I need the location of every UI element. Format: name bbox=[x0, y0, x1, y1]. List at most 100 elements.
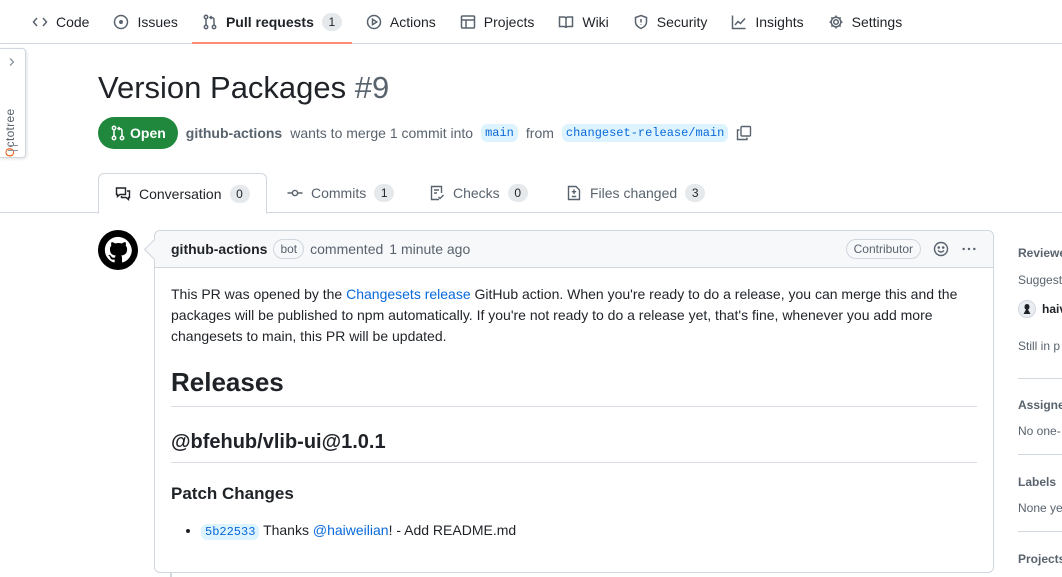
assignees-heading[interactable]: Assigne bbox=[1018, 398, 1062, 412]
avatar[interactable] bbox=[98, 230, 138, 270]
sidebar-divider bbox=[1018, 454, 1062, 455]
pull-request-icon bbox=[203, 14, 217, 29]
book-icon bbox=[559, 15, 574, 28]
issue-icon bbox=[114, 14, 129, 29]
user-mention-link[interactable]: @haiweilian bbox=[313, 522, 389, 538]
labels-text: None ye bbox=[1018, 501, 1062, 515]
reviewer-name: haiv bbox=[1042, 302, 1062, 316]
nav-projects[interactable]: Projects bbox=[448, 0, 547, 43]
shield-icon bbox=[634, 14, 648, 29]
code-icon bbox=[32, 17, 48, 26]
tab-files-changed-label: Files changed bbox=[590, 185, 678, 201]
octotree-toggle[interactable]: Octotree bbox=[0, 48, 26, 158]
drag-handle-icon[interactable] bbox=[8, 145, 18, 151]
nav-insights[interactable]: Insights bbox=[719, 0, 815, 43]
play-icon bbox=[366, 14, 382, 29]
change-description: ! - Add README.md bbox=[388, 522, 517, 538]
comment-author-link[interactable]: github-actions bbox=[171, 241, 267, 257]
changesets-release-link[interactable]: Changesets release bbox=[346, 286, 471, 302]
file-diff-icon bbox=[567, 185, 581, 201]
pr-tabs: Conversation 0 Commits 1 Checks 0 Files … bbox=[0, 173, 1062, 214]
tab-commits-label: Commits bbox=[311, 185, 367, 201]
suggestions-text: Suggest bbox=[1018, 273, 1062, 287]
pr-author-link[interactable]: github-actions bbox=[186, 125, 282, 141]
repo-nav: Code Issues Pull requests 1 Actions Proj… bbox=[0, 0, 1062, 44]
smiley-icon[interactable] bbox=[933, 241, 949, 257]
octotree-label-rest: ctotree bbox=[3, 108, 17, 148]
timeline-line bbox=[170, 573, 172, 577]
nav-code[interactable]: Code bbox=[20, 0, 101, 43]
comment-timestamp[interactable]: 1 minute ago bbox=[389, 241, 470, 257]
tab-commits[interactable]: Commits 1 bbox=[271, 173, 410, 213]
tab-conversation[interactable]: Conversation 0 bbox=[98, 173, 267, 214]
changes-list: 5b22533 Thanks @haiweilian! - Add README… bbox=[171, 520, 977, 543]
nav-code-label: Code bbox=[56, 13, 90, 30]
tab-conversation-label: Conversation bbox=[139, 185, 222, 202]
sidebar-divider bbox=[1018, 531, 1062, 532]
table-icon bbox=[460, 14, 476, 29]
nav-issues-label: Issues bbox=[137, 13, 178, 30]
tab-files-changed-count: 3 bbox=[685, 184, 706, 202]
list-item: 5b22533 Thanks @haiweilian! - Add README… bbox=[201, 520, 977, 543]
nav-settings[interactable]: Settings bbox=[816, 0, 915, 43]
pr-meta: Open github-actions wants to merge 1 com… bbox=[98, 117, 752, 149]
labels-heading[interactable]: Labels bbox=[1018, 475, 1056, 489]
tab-checks-label: Checks bbox=[453, 185, 500, 201]
nav-issues[interactable]: Issues bbox=[101, 0, 189, 43]
commit-sha-link[interactable]: 5b22533 bbox=[201, 524, 260, 540]
copy-icon[interactable] bbox=[736, 125, 752, 141]
comment-header-actions: Contributor bbox=[845, 239, 977, 259]
body-text-pre: This PR was opened by the bbox=[171, 286, 347, 302]
pr-sidebar: Reviewe Suggest haiv Still in p Assigne … bbox=[1018, 230, 1062, 577]
pr-title-text: Version Packages bbox=[98, 70, 347, 105]
base-branch[interactable]: main bbox=[481, 124, 518, 142]
kebab-horizontal-icon[interactable] bbox=[961, 241, 977, 257]
tab-conversation-count: 0 bbox=[229, 184, 250, 203]
state-badge: Open bbox=[98, 117, 178, 149]
pull-requests-count: 1 bbox=[321, 12, 342, 31]
nav-pull-requests-label: Pull requests bbox=[225, 13, 314, 30]
nav-actions[interactable]: Actions bbox=[354, 0, 448, 43]
reviewer-avatar bbox=[1018, 300, 1036, 318]
checklist-icon bbox=[430, 185, 444, 201]
package-heading: @bfehub/vlib-ui@1.0.1 bbox=[171, 431, 977, 463]
tab-checks-count: 0 bbox=[507, 184, 528, 202]
contributor-badge: Contributor bbox=[845, 239, 921, 259]
merge-text: wants to merge 1 commit into bbox=[290, 125, 474, 141]
comment-discussion-icon bbox=[115, 186, 131, 201]
nav-security-label: Security bbox=[656, 13, 708, 30]
assignees-text: No one- bbox=[1018, 424, 1061, 438]
graph-icon bbox=[732, 15, 746, 29]
releases-heading: Releases bbox=[171, 367, 977, 407]
nav-settings-label: Settings bbox=[851, 13, 903, 30]
tab-commits-count: 1 bbox=[374, 184, 395, 202]
projects-heading[interactable]: Projects bbox=[1018, 552, 1062, 566]
comment-action: commented bbox=[310, 241, 384, 257]
from-text: from bbox=[525, 125, 554, 141]
gear-icon bbox=[829, 15, 843, 28]
comment-header: github-actions bot commented 1 minute ag… bbox=[155, 231, 993, 268]
still-in-progress-text: Still in p bbox=[1018, 339, 1061, 353]
reviewer-item[interactable]: haiv bbox=[1018, 300, 1062, 318]
nav-security[interactable]: Security bbox=[621, 0, 720, 43]
github-logo-icon bbox=[104, 236, 132, 263]
bot-badge: bot bbox=[273, 239, 305, 259]
nav-wiki[interactable]: Wiki bbox=[546, 0, 620, 43]
comment-body: This PR was opened by the Changesets rel… bbox=[155, 268, 993, 543]
chevron-right-icon bbox=[9, 58, 15, 66]
nav-projects-label: Projects bbox=[483, 13, 535, 30]
nav-actions-label: Actions bbox=[389, 13, 436, 30]
pull-request-icon bbox=[111, 125, 125, 141]
tab-checks[interactable]: Checks 0 bbox=[413, 173, 544, 213]
patch-changes-heading: Patch Changes bbox=[171, 484, 294, 503]
tab-files-changed[interactable]: Files changed 3 bbox=[550, 173, 721, 213]
head-branch[interactable]: changeset-release/main bbox=[561, 124, 729, 142]
comment-paragraph: This PR was opened by the Changesets rel… bbox=[171, 284, 971, 347]
nav-pull-requests[interactable]: Pull requests 1 bbox=[190, 0, 354, 44]
pr-number: #9 bbox=[354, 70, 390, 105]
reviewers-heading[interactable]: Reviewe bbox=[1018, 246, 1062, 260]
commit-icon bbox=[287, 189, 303, 197]
comment-box: github-actions bot commented 1 minute ag… bbox=[154, 230, 994, 573]
thanks-text: Thanks bbox=[263, 522, 313, 538]
nav-insights-label: Insights bbox=[755, 13, 804, 30]
